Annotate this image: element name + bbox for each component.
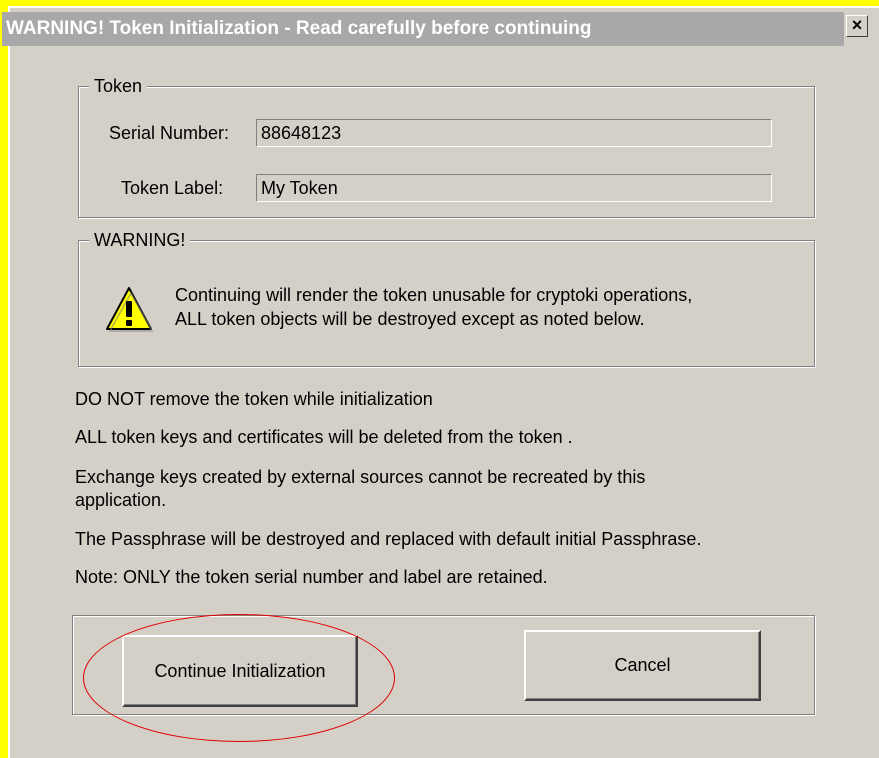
note-passphrase: The Passphrase will be destroyed and rep… xyxy=(75,529,702,549)
close-button[interactable]: × xyxy=(846,15,868,37)
warning-message: Continuing will render the token unusabl… xyxy=(175,283,692,331)
window-title: WARNING! Token Initialization - Read car… xyxy=(6,18,592,39)
token-label-field: My Token xyxy=(256,174,772,202)
note-retained: Note: ONLY the token serial number and l… xyxy=(75,567,548,587)
warning-group-legend: WARNING! xyxy=(89,229,191,251)
token-label-label: Token Label: xyxy=(121,178,224,198)
warning-line-1: Continuing will render the token unusabl… xyxy=(175,285,693,305)
cancel-button[interactable]: Cancel xyxy=(524,630,761,701)
serial-number-field: 88648123 xyxy=(256,119,772,147)
close-icon: × xyxy=(851,15,863,35)
note-exchange-keys-2: application. xyxy=(75,490,167,510)
serial-number-label: Serial Number: xyxy=(109,123,230,143)
warning-line-2: ALL token objects will be destroyed exce… xyxy=(175,309,645,329)
note-do-not-remove: DO NOT remove the token while initializa… xyxy=(75,389,433,409)
continue-initialization-button[interactable]: Continue Initialization xyxy=(122,635,358,707)
token-group-legend: Token xyxy=(89,75,148,97)
note-exchange-keys-1: Exchange keys created by external source… xyxy=(75,467,646,487)
note-keys-deleted: ALL token keys and certificates will be … xyxy=(75,427,573,447)
title-bar[interactable]: WARNING! Token Initialization - Read car… xyxy=(2,12,844,46)
warning-triangle-icon xyxy=(106,287,153,332)
warning-groupbox: WARNING! Continuing will render the toke… xyxy=(78,229,815,367)
token-groupbox: Token Serial Number: 88648123 Token Labe… xyxy=(78,75,815,218)
